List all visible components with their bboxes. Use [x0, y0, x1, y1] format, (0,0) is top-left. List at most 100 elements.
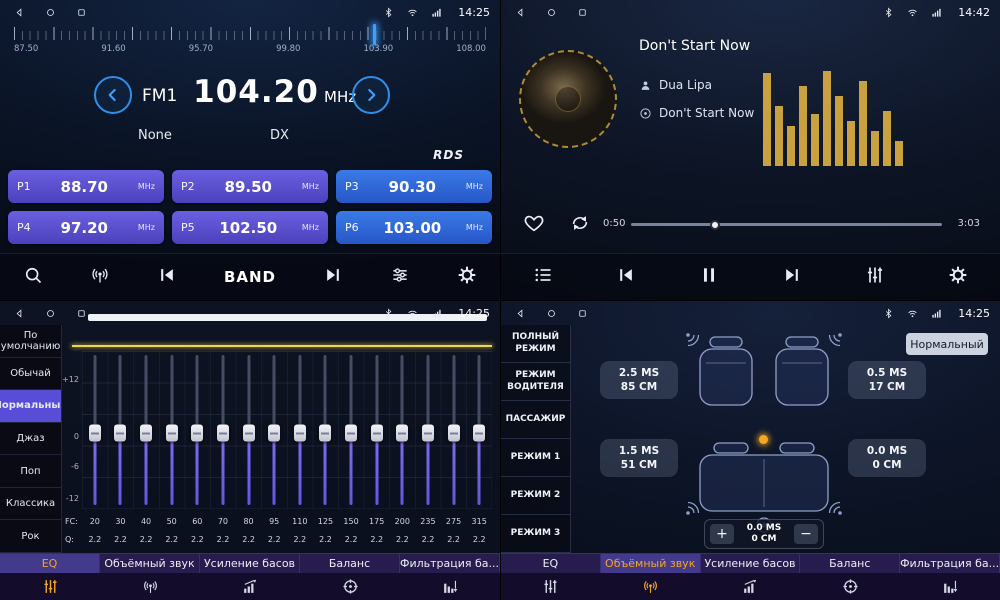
eq-band-slider[interactable] [364, 351, 390, 509]
balance-tab-icon[interactable] [842, 578, 859, 595]
home-icon[interactable] [546, 7, 557, 18]
tab-filter[interactable]: Фильтрация ба... [400, 554, 500, 573]
tab-bass-boost[interactable]: Усиление басов [200, 554, 300, 573]
home-icon[interactable] [45, 308, 56, 319]
recents-icon[interactable] [577, 308, 588, 319]
tab-balance[interactable]: Баланс [300, 554, 400, 573]
preset-button-p6[interactable]: P6 103.00 MHz [336, 211, 492, 244]
eq-band-slider[interactable] [287, 351, 313, 509]
recents-icon[interactable] [76, 308, 87, 319]
gear-icon [457, 265, 477, 285]
playlist-button[interactable] [533, 265, 553, 289]
favorite-button[interactable] [523, 212, 545, 238]
previous-track-button[interactable] [616, 265, 636, 289]
next-track-button[interactable] [782, 265, 802, 289]
progress-knob[interactable] [710, 220, 720, 230]
eq-tab-icon[interactable] [42, 578, 59, 595]
delay-increase-button[interactable]: + [710, 524, 734, 544]
eq-band-slider[interactable] [338, 351, 364, 509]
eq-band-slider[interactable] [82, 351, 108, 509]
db-scale-label: 0 [62, 432, 79, 441]
eq-band-slider[interactable] [466, 351, 492, 509]
seek-up-button[interactable] [352, 76, 390, 114]
balance-tab-icon[interactable] [342, 578, 359, 595]
tab-filter[interactable]: Фильтрация ба... [900, 554, 1000, 573]
mode-2[interactable]: РЕЖИМ 2 [501, 477, 570, 515]
filter-tab-icon[interactable] [942, 578, 959, 595]
mode-passenger[interactable]: ПАССАЖИР [501, 401, 570, 439]
preset-button-p2[interactable]: P2 89.50 MHz [172, 170, 328, 203]
tab-bass-boost[interactable]: Усиление басов [701, 554, 801, 573]
mode-full[interactable]: ПОЛНЫЙ РЕЖИМ [501, 325, 570, 363]
tab-surround[interactable]: Объёмный звук [100, 554, 200, 573]
eq-band-slider[interactable] [261, 351, 287, 509]
scan-button[interactable] [23, 265, 43, 289]
tab-eq[interactable]: EQ [0, 554, 100, 573]
recents-icon[interactable] [76, 7, 87, 18]
preset-button-p3[interactable]: P3 90.30 MHz [336, 170, 492, 203]
frequency-ruler[interactable]: 87.50 91.60 95.70 99.80 103.90 108.00 [14, 27, 486, 61]
eq-preset-normal[interactable]: Нормальный [0, 390, 61, 423]
bass-tab-icon[interactable] [242, 578, 259, 595]
preset-button-p5[interactable]: P5 102.50 MHz [172, 211, 328, 244]
progress-bar[interactable] [631, 223, 942, 226]
eq-band-slider[interactable] [210, 351, 236, 509]
eq-preset-default[interactable]: По умолчанию [0, 325, 61, 358]
recents-icon[interactable] [577, 7, 588, 18]
previous-station-button[interactable] [157, 265, 177, 289]
tune-settings-button[interactable] [390, 265, 410, 289]
eq-band-slider[interactable] [185, 351, 211, 509]
rear-right-delay-button[interactable]: 0.0 MS 0 CM [848, 439, 926, 477]
eq-tab-icon[interactable] [542, 578, 559, 595]
eq-band-slider[interactable] [108, 351, 134, 509]
broadcast-button[interactable] [90, 265, 110, 289]
surround-tab-icon[interactable] [142, 578, 159, 595]
home-icon[interactable] [45, 7, 56, 18]
back-icon[interactable] [14, 308, 25, 319]
tab-balance[interactable]: Баланс [800, 554, 900, 573]
surround-tab-icon[interactable] [642, 578, 659, 595]
eq-band-slider[interactable] [313, 351, 339, 509]
eq-preset-rock[interactable]: Рок [0, 520, 61, 553]
mode-3[interactable]: РЕЖИМ 3 [501, 515, 570, 553]
rear-left-delay-button[interactable]: 1.5 MS 51 CM [600, 439, 678, 477]
eq-band-slider[interactable] [159, 351, 185, 509]
equalizer-button[interactable] [865, 265, 885, 289]
pause-button[interactable] [699, 265, 719, 289]
mode-driver[interactable]: РЕЖИМ ВОДИТЕЛЯ [501, 363, 570, 401]
repeat-button[interactable] [569, 212, 591, 238]
filter-tab-icon[interactable] [442, 578, 459, 595]
bass-tab-icon[interactable] [742, 578, 759, 595]
band-button[interactable]: BAND [224, 268, 276, 286]
preset-button-p4[interactable]: P4 97.20 MHz [8, 211, 164, 244]
eq-band-slider[interactable] [415, 351, 441, 509]
back-icon[interactable] [515, 7, 526, 18]
settings-button[interactable] [457, 265, 477, 289]
seek-down-button[interactable] [94, 76, 132, 114]
eq-preset-list: По умолчанию Обычай Нормальный Джаз Поп … [0, 325, 62, 553]
scale-label: 95.70 [189, 44, 213, 54]
settings-button[interactable] [948, 265, 968, 289]
back-icon[interactable] [14, 7, 25, 18]
eq-preset-custom[interactable]: Обычай [0, 358, 61, 391]
eq-preset-classic[interactable]: Классика [0, 488, 61, 521]
front-left-delay-button[interactable]: 2.5 MS 85 CM [600, 361, 678, 399]
preset-button-p1[interactable]: P1 88.70 MHz [8, 170, 164, 203]
eq-preset-jazz[interactable]: Джаз [0, 423, 61, 456]
eq-band-slider[interactable] [133, 351, 159, 509]
eq-band-slider[interactable] [390, 351, 416, 509]
profile-button[interactable]: Нормальный [906, 333, 988, 355]
tab-eq[interactable]: EQ [501, 554, 601, 573]
next-station-button[interactable] [323, 265, 343, 289]
eq-band-slider[interactable] [441, 351, 467, 509]
eq-preset-pop[interactable]: Поп [0, 455, 61, 488]
home-icon[interactable] [546, 308, 557, 319]
eq-band-slider[interactable] [236, 351, 262, 509]
back-icon[interactable] [515, 308, 526, 319]
front-right-delay-button[interactable]: 0.5 MS 17 CM [848, 361, 926, 399]
delay-decrease-button[interactable]: − [794, 524, 818, 544]
dx-label: DX [270, 128, 289, 143]
tab-surround[interactable]: Объёмный звук [601, 554, 701, 573]
listening-position-dot[interactable] [759, 435, 768, 444]
mode-1[interactable]: РЕЖИМ 1 [501, 439, 570, 477]
